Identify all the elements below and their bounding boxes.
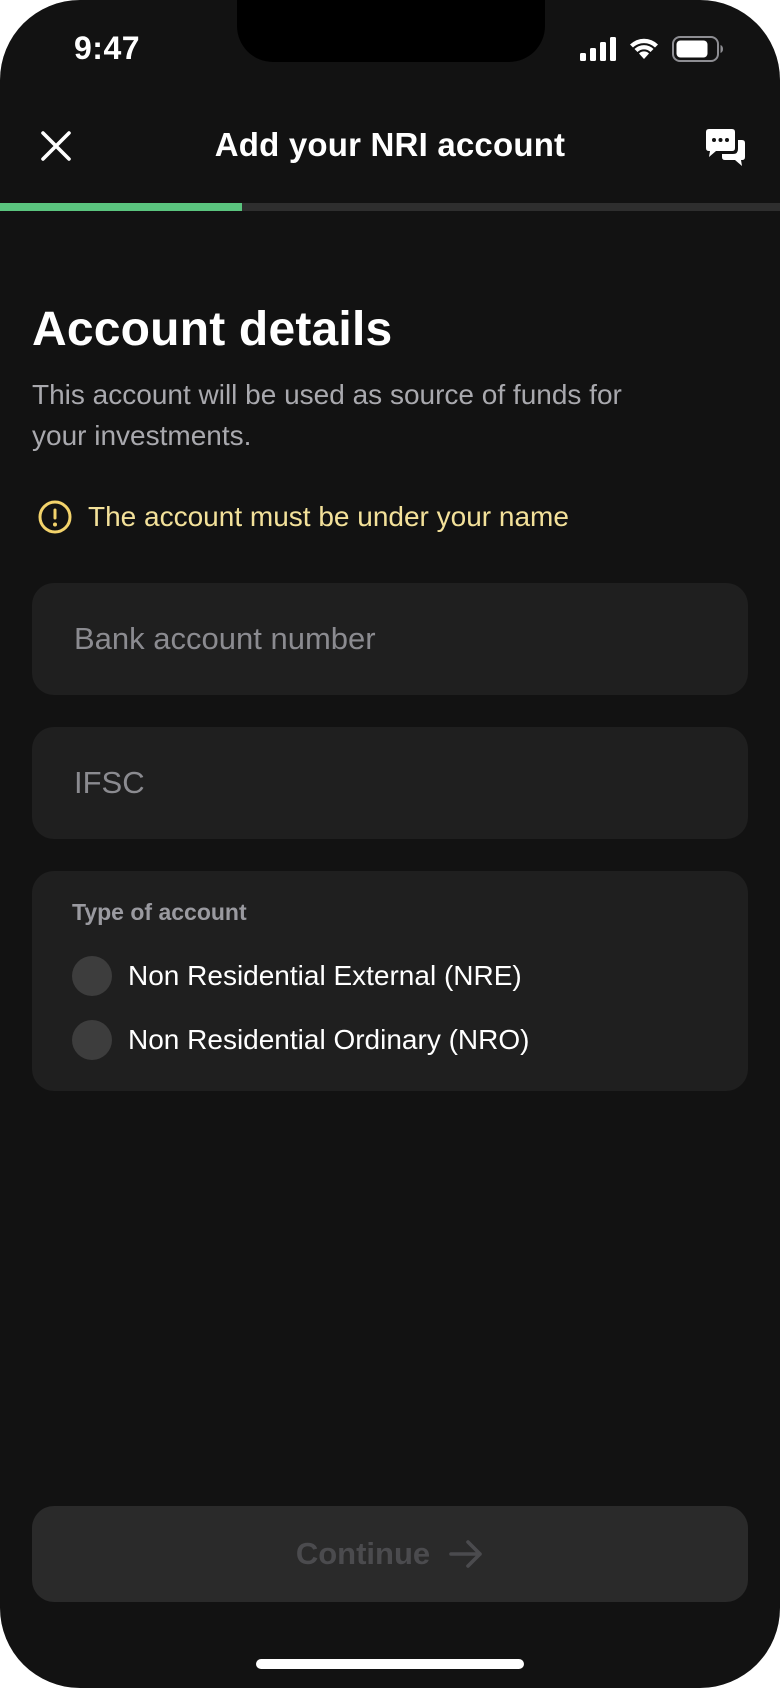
account-type-group: Type of account Non Residential External… [32,871,748,1091]
support-chat-button[interactable] [704,128,746,168]
continue-button[interactable]: Continue [32,1506,748,1602]
continue-label: Continue [295,1536,431,1571]
ifsc-input[interactable] [72,764,748,802]
header-title: Add your NRI account [214,126,566,163]
ifsc-field[interactable] [32,727,748,839]
radio-label-nro: Non Residential Ordinary (NRO) [128,1024,530,1055]
radio-label-nre: Non Residential External (NRE) [128,960,522,991]
arrow-right-icon [449,1540,482,1568]
page-subtitle: This account will be used as source of f… [32,379,622,451]
status-icons [580,36,724,62]
bank-account-input[interactable] [72,620,748,658]
radio-option-nre[interactable]: Non Residential External (NRE) [72,944,708,1008]
status-time: 9:47 [74,30,141,66]
wifi-icon [630,38,658,59]
warning-text: The account must be under your name [88,501,569,532]
phone-screen: 9:47 Add your NRI account Account detail… [0,0,780,1688]
progress-bar-fill [0,203,242,211]
radio-button-nre[interactable] [72,956,112,996]
radio-button-nro[interactable] [72,1020,112,1060]
radio-option-nro[interactable]: Non Residential Ordinary (NRO) [72,1008,708,1072]
account-type-label: Type of account [72,899,247,925]
signal-icon [580,37,616,61]
chat-icon [706,129,745,166]
progress-bar [0,203,780,211]
alert-circle-icon [38,500,72,534]
page-title: Account details [32,303,393,356]
battery-icon [672,36,723,62]
device-notch [237,0,545,62]
home-indicator[interactable] [256,1659,524,1669]
name-warning: The account must be under your name [38,500,569,534]
bank-account-field[interactable] [32,583,748,695]
